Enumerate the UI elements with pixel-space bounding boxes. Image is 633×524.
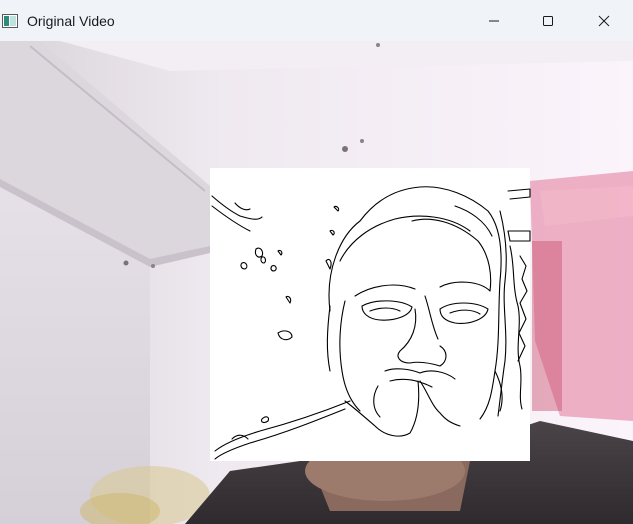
maximize-button[interactable] bbox=[525, 0, 571, 41]
app-window-icon bbox=[2, 14, 18, 28]
app-window: Original Video bbox=[0, 0, 633, 524]
minimize-icon bbox=[489, 20, 499, 21]
maximize-icon bbox=[543, 15, 553, 26]
edge-detection-overlay bbox=[210, 168, 531, 461]
close-icon bbox=[598, 15, 610, 26]
webcam-frame-image bbox=[0, 41, 633, 524]
title-bar[interactable]: Original Video bbox=[0, 0, 633, 41]
close-button[interactable] bbox=[581, 0, 627, 41]
video-frame bbox=[0, 41, 633, 524]
minimize-button[interactable] bbox=[471, 0, 517, 41]
window-title: Original Video bbox=[27, 13, 115, 29]
